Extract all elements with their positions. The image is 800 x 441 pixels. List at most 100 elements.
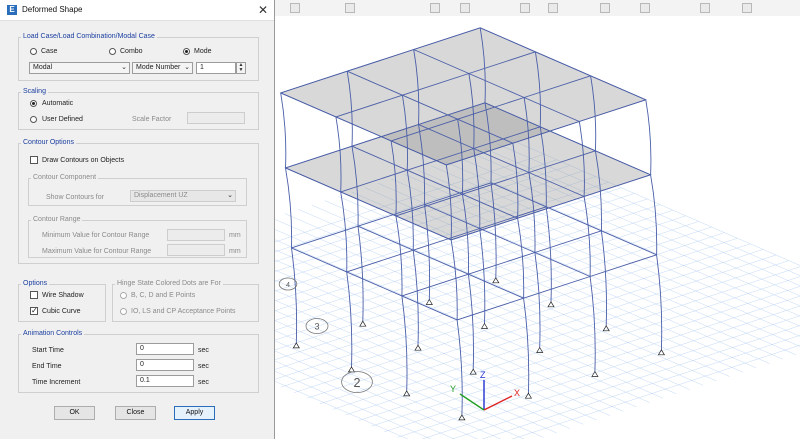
toolbar-icon[interactable] — [742, 3, 752, 13]
beam — [480, 229, 535, 253]
end-time-unit: sec — [198, 362, 209, 371]
grid-bubble-label: 4 — [286, 280, 290, 289]
wire-shadow-checkbox[interactable] — [30, 291, 38, 299]
time-increment-unit: sec — [198, 378, 209, 387]
chevron-down-icon: ⌄ — [121, 63, 127, 73]
mode-type-value: Mode Number — [136, 64, 180, 71]
grid-bubble-label: 2 — [353, 376, 360, 390]
time-increment-label: Time Increment — [32, 378, 80, 387]
toolbar-icon[interactable] — [430, 3, 440, 13]
grid-line — [275, 257, 557, 433]
beam — [590, 255, 657, 277]
start-time-label: Start Time — [32, 346, 64, 355]
chevron-down-icon: ⌄ — [227, 191, 233, 201]
ok-button[interactable]: OK — [54, 406, 95, 420]
draw-contours-checkbox[interactable] — [30, 156, 38, 164]
toolbar-icon[interactable] — [548, 3, 558, 13]
cubic-curve-checkbox[interactable]: ✓ — [30, 307, 38, 315]
load-case-group-label: Load Case/Load Combination/Modal Case — [21, 32, 157, 41]
floor-slabs — [281, 28, 651, 240]
support-icon — [415, 345, 421, 350]
dialog-titlebar[interactable]: E Deformed Shape ✕ — [0, 0, 274, 21]
toolbar-icon[interactable] — [290, 3, 300, 13]
grid-line — [449, 311, 800, 439]
grid-line — [275, 266, 530, 439]
support-icon — [548, 302, 554, 307]
toolbar-icon[interactable] — [640, 3, 650, 13]
scaling-group-label: Scaling — [21, 87, 48, 96]
grid-line — [436, 305, 800, 439]
user-defined-radio[interactable] — [30, 116, 37, 123]
grid-line — [312, 205, 717, 381]
time-increment-input[interactable]: 0.1 — [136, 375, 194, 387]
automatic-radio-label: Automatic — [42, 99, 73, 108]
mode-type-select[interactable]: Mode Number ⌄ — [132, 62, 193, 74]
max-range-unit: mm — [229, 247, 241, 256]
toolbar-icon[interactable] — [460, 3, 470, 13]
cubic-curve-label: Cubic Curve — [42, 307, 81, 316]
scale-factor-input[interactable] — [187, 112, 245, 124]
case-name-select[interactable]: Modal ⌄ — [29, 62, 130, 74]
start-time-input[interactable]: 0 — [136, 343, 194, 355]
show-contours-value: Displacement UZ — [134, 192, 188, 199]
mode-number-stepper[interactable]: ▲▼ — [236, 62, 246, 74]
combo-radio[interactable] — [109, 48, 116, 55]
max-range-input[interactable] — [167, 244, 225, 256]
show-contours-for-label: Show Contours for — [46, 193, 104, 202]
support-icon — [349, 367, 355, 372]
hinge-state-group-label: Hinge State Colored Dots are For — [115, 279, 223, 288]
beam — [413, 250, 468, 274]
contour-range-group-label: Contour Range — [31, 215, 82, 224]
hinge-bcde-label: B, C, D and E Points — [131, 291, 195, 300]
beam — [457, 298, 523, 320]
beam — [292, 226, 359, 248]
hinge-state-group — [112, 284, 259, 322]
contour-component-group-label: Contour Component — [31, 173, 98, 182]
toolbar-icon[interactable] — [345, 3, 355, 13]
end-time-label: End Time — [32, 362, 62, 371]
automatic-radio[interactable] — [30, 100, 37, 107]
mode-radio[interactable] — [183, 48, 190, 55]
toolbar-icon[interactable] — [600, 3, 610, 13]
beam — [347, 272, 402, 296]
beam — [292, 248, 347, 272]
min-range-label: Minimum Value for Contour Range — [42, 231, 149, 240]
dialog-title: Deformed Shape — [22, 5, 82, 14]
contour-options-group-label: Contour Options — [21, 138, 76, 147]
end-time-input[interactable]: 0 — [136, 359, 194, 371]
hinge-bcde-radio[interactable] — [120, 292, 127, 299]
support-icon — [482, 324, 488, 329]
load-case-group — [18, 37, 259, 81]
max-range-label: Maximum Value for Contour Range — [42, 247, 151, 256]
close-icon[interactable]: ✕ — [256, 3, 270, 17]
case-radio[interactable] — [30, 48, 37, 55]
deformed-shape-dialog: E Deformed Shape ✕ Load Case/Load Combin… — [0, 0, 275, 439]
axis-triad: ZXY — [450, 370, 520, 410]
deformed-shape-view: 234 ZXY — [275, 16, 800, 439]
hinge-io-ls-cp-label: IO, LS and CP Acceptance Points — [131, 307, 236, 316]
grid-bubble-label: 3 — [314, 322, 319, 332]
grid-bubbles: 2 3 4 — [279, 278, 372, 393]
mode-number-input[interactable]: 1 — [196, 62, 236, 74]
close-button[interactable]: Close — [115, 406, 156, 420]
animation-controls-group-label: Animation Controls — [21, 329, 84, 338]
grid-line — [371, 277, 800, 426]
hinge-io-ls-cp-radio[interactable] — [120, 308, 127, 315]
case-name-value: Modal — [33, 64, 52, 71]
mode-radio-label: Mode — [194, 47, 212, 56]
toolbar-icon[interactable] — [700, 3, 710, 13]
show-contours-select[interactable]: Displacement UZ ⌄ — [130, 190, 236, 202]
x-axis-label: X — [514, 388, 520, 398]
beam — [546, 207, 601, 231]
grid-line — [359, 272, 800, 421]
model-viewport[interactable]: 234 ZXY — [275, 16, 800, 439]
beam — [468, 253, 535, 275]
beam — [402, 274, 469, 296]
apply-button[interactable]: Apply — [174, 406, 215, 420]
min-range-input[interactable] — [167, 229, 225, 241]
toolbar-icon[interactable] — [520, 3, 530, 13]
beam — [535, 231, 602, 253]
combo-radio-label: Combo — [120, 47, 143, 56]
y-axis-label: Y — [450, 384, 456, 394]
beam — [358, 226, 413, 250]
